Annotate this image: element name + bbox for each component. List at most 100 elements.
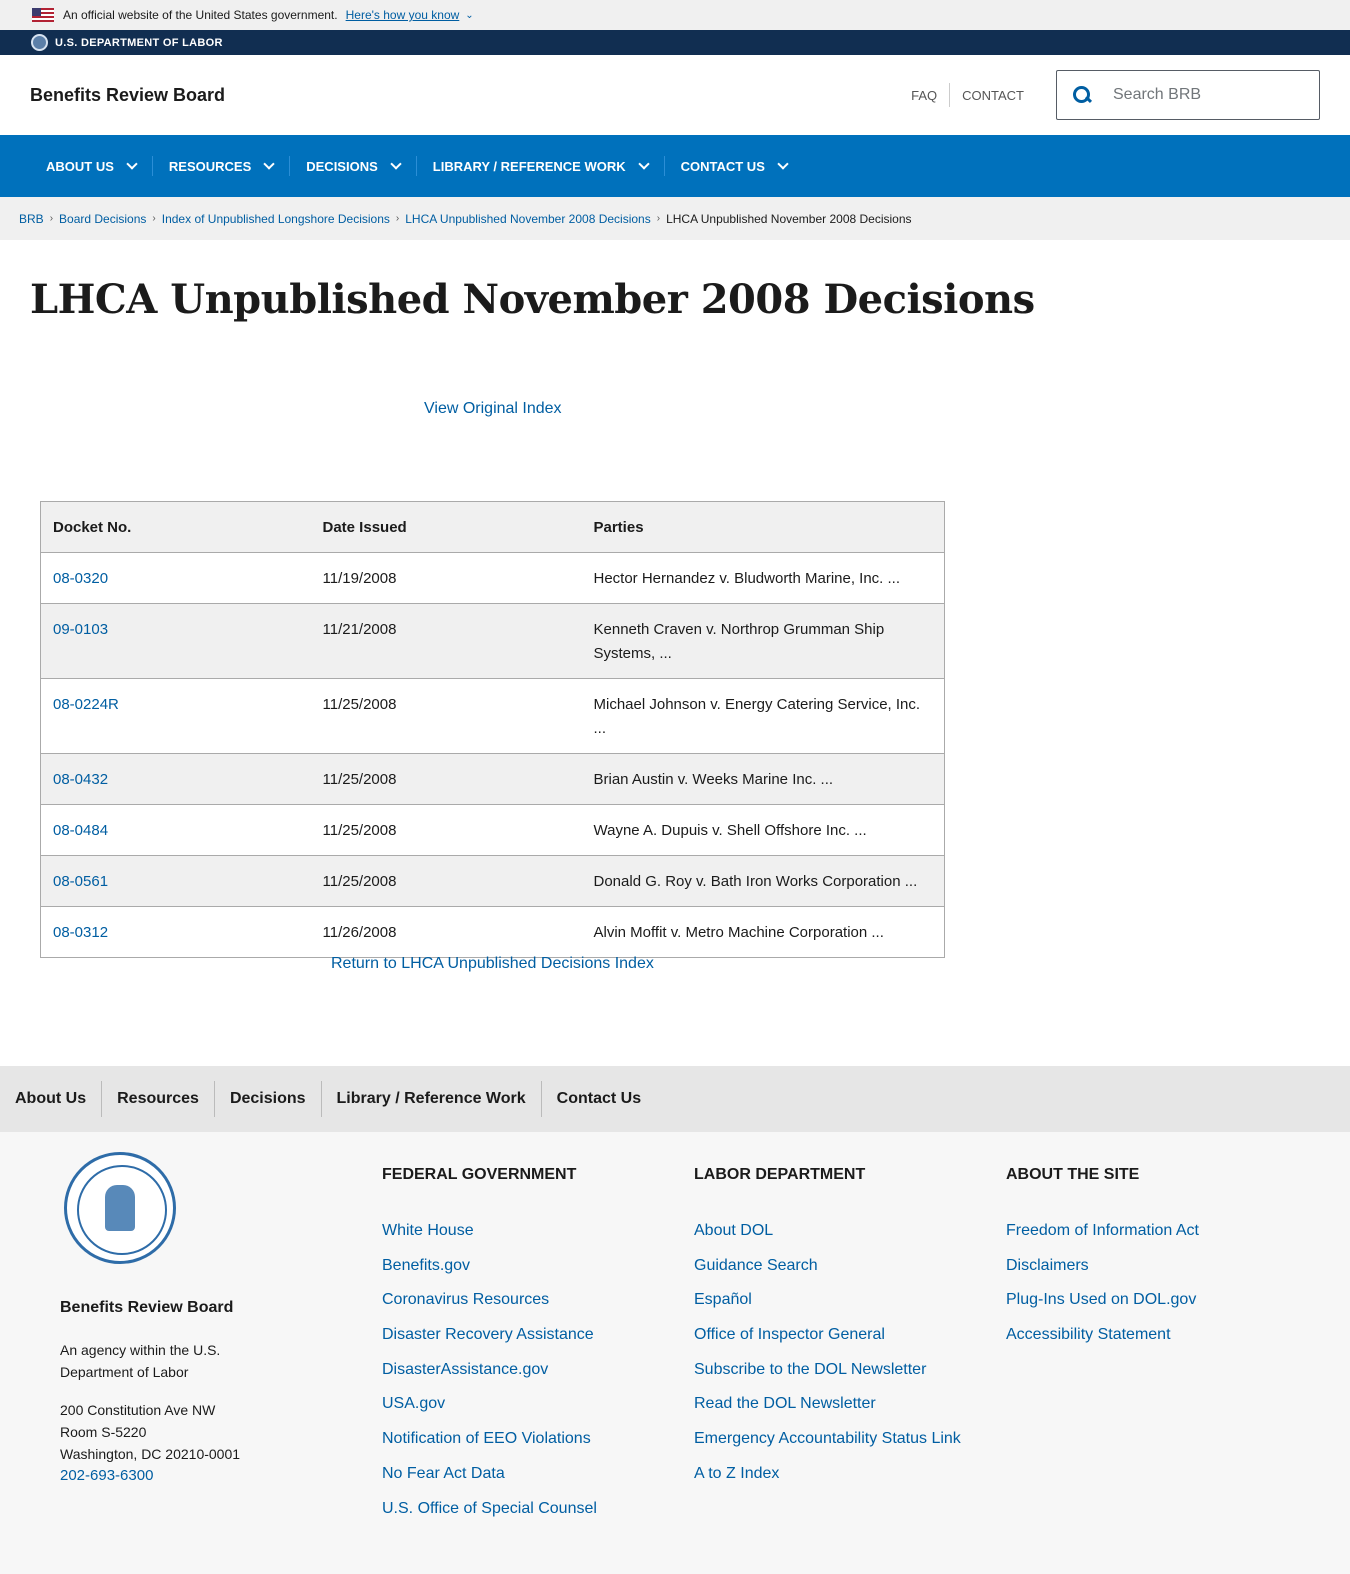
footer-nav-contact-us[interactable]: Contact Us bbox=[542, 1090, 656, 1108]
footer-nav-resources[interactable]: Resources bbox=[102, 1090, 214, 1108]
footer-link[interactable]: Emergency Accountability Status Link bbox=[694, 1430, 961, 1465]
footer-nav-decisions[interactable]: Decisions bbox=[215, 1090, 321, 1108]
table-row: 08-0561 11/25/2008 Donald G. Roy v. Bath… bbox=[40, 855, 945, 907]
footer-link[interactable]: DisasterAssistance.gov bbox=[382, 1361, 597, 1396]
search-icon[interactable] bbox=[1071, 84, 1093, 106]
docket-link[interactable]: 08-0224R bbox=[53, 696, 119, 713]
table-row: 08-0320 11/19/2008 Hector Hernandez v. B… bbox=[40, 552, 945, 604]
parties: Kenneth Craven v. Northrop Grumman Ship … bbox=[581, 603, 945, 679]
site-title[interactable]: Benefits Review Board bbox=[30, 85, 225, 106]
footer-column-federal: FEDERAL GOVERNMENT White House Benefits.… bbox=[382, 1166, 597, 1534]
official-site-text: An official website of the United States… bbox=[63, 8, 338, 22]
footer-link[interactable]: Subscribe to the DOL Newsletter bbox=[694, 1361, 961, 1396]
footer-link[interactable]: Español bbox=[694, 1291, 961, 1326]
nav-library[interactable]: LIBRARY / REFERENCE WORK bbox=[417, 135, 664, 197]
footer-link[interactable]: Disaster Recovery Assistance bbox=[382, 1326, 597, 1361]
page-title: LHCA Unpublished November 2008 Decisions bbox=[30, 276, 1035, 323]
table-row: 08-0312 11/26/2008 Alvin Moffit v. Metro… bbox=[40, 906, 945, 958]
column-header-date: Date Issued bbox=[310, 501, 582, 553]
footer-link[interactable]: U.S. Office of Special Counsel bbox=[382, 1500, 597, 1535]
footer-link[interactable]: No Fear Act Data bbox=[382, 1465, 597, 1500]
footer-phone-link[interactable]: 202-693-6300 bbox=[60, 1467, 153, 1484]
chevron-right-icon: › bbox=[395, 213, 400, 224]
us-flag-icon bbox=[32, 8, 54, 22]
chevron-down-icon bbox=[777, 157, 789, 170]
chevron-down-icon bbox=[263, 157, 275, 170]
footer-link[interactable]: USA.gov bbox=[382, 1395, 597, 1430]
footer-column-about-site: ABOUT THE SITE Freedom of Information Ac… bbox=[1006, 1166, 1199, 1361]
chevron-down-icon bbox=[390, 157, 402, 170]
footer-link[interactable]: White House bbox=[382, 1222, 597, 1257]
gov-banner: An official website of the United States… bbox=[0, 0, 1350, 30]
chevron-down-icon[interactable]: ⌄ bbox=[465, 10, 473, 21]
main-nav: ABOUT US RESOURCES DECISIONS LIBRARY / R… bbox=[0, 135, 1350, 197]
chevron-right-icon: › bbox=[656, 213, 661, 224]
footer-link[interactable]: Accessibility Statement bbox=[1006, 1326, 1199, 1361]
date-issued: 11/26/2008 bbox=[310, 906, 582, 958]
footer-nav-library[interactable]: Library / Reference Work bbox=[322, 1090, 541, 1108]
date-issued: 11/25/2008 bbox=[310, 678, 582, 754]
footer-column-labor: LABOR DEPARTMENT About DOL Guidance Sear… bbox=[694, 1166, 961, 1500]
docket-link[interactable]: 09-0103 bbox=[53, 621, 108, 638]
docket-link[interactable]: 08-0432 bbox=[53, 771, 108, 788]
decisions-table: Docket No. Date Issued Parties 08-0320 1… bbox=[40, 501, 945, 958]
footer-link[interactable]: About DOL bbox=[694, 1222, 961, 1257]
column-header-docket: Docket No. bbox=[40, 501, 311, 553]
agency-bar-label[interactable]: U.S. DEPARTMENT OF LABOR bbox=[55, 37, 223, 49]
footer-link[interactable]: Plug-Ins Used on DOL.gov bbox=[1006, 1291, 1199, 1326]
footer: Benefits Review Board An agency within t… bbox=[0, 1132, 1350, 1574]
footer-link[interactable]: Read the DOL Newsletter bbox=[694, 1395, 961, 1430]
breadcrumb-link[interactable]: BRB bbox=[19, 212, 44, 226]
docket-link[interactable]: 08-0561 bbox=[53, 873, 108, 890]
nav-decisions[interactable]: DECISIONS bbox=[290, 135, 416, 197]
docket-link[interactable]: 08-0320 bbox=[53, 570, 108, 587]
breadcrumb-link[interactable]: LHCA Unpublished November 2008 Decisions bbox=[405, 212, 650, 226]
footer-link[interactable]: Coronavirus Resources bbox=[382, 1291, 597, 1326]
date-issued: 11/19/2008 bbox=[310, 552, 582, 604]
breadcrumb-link[interactable]: Index of Unpublished Longshore Decisions bbox=[162, 212, 390, 226]
header-utilities: FAQ CONTACT bbox=[899, 70, 1320, 120]
table-row: 08-0224R 11/25/2008 Michael Johnson v. E… bbox=[40, 678, 945, 754]
footer-link[interactable]: Office of Inspector General bbox=[694, 1326, 961, 1361]
how-you-know-link[interactable]: Here's how you know bbox=[346, 8, 460, 22]
dol-seal-logo[interactable] bbox=[64, 1152, 176, 1264]
footer-link[interactable]: Guidance Search bbox=[694, 1257, 961, 1292]
footer-column-heading: FEDERAL GOVERNMENT bbox=[382, 1166, 577, 1183]
footer-nav: About Us Resources Decisions Library / R… bbox=[0, 1066, 1350, 1132]
view-original-index-link[interactable]: View Original Index bbox=[424, 400, 562, 418]
docket-link[interactable]: 08-0312 bbox=[53, 924, 108, 941]
breadcrumb-link[interactable]: Board Decisions bbox=[59, 212, 146, 226]
column-header-parties: Parties bbox=[581, 501, 945, 553]
nav-label: DECISIONS bbox=[306, 158, 378, 174]
parties: Alvin Moffit v. Metro Machine Corporatio… bbox=[581, 906, 945, 958]
nav-resources[interactable]: RESOURCES bbox=[153, 135, 289, 197]
table-row: 08-0432 11/25/2008 Brian Austin v. Weeks… bbox=[40, 753, 945, 805]
footer-column-heading: LABOR DEPARTMENT bbox=[694, 1166, 866, 1183]
table-row: 09-0103 11/21/2008 Kenneth Craven v. Nor… bbox=[40, 603, 945, 679]
return-to-index-link[interactable]: Return to LHCA Unpublished Decisions Ind… bbox=[331, 955, 654, 973]
footer-link[interactable]: Freedom of Information Act bbox=[1006, 1222, 1199, 1257]
address-line: Washington, DC 20210-0001 bbox=[60, 1446, 241, 1462]
docket-link[interactable]: 08-0484 bbox=[53, 822, 108, 839]
date-issued: 11/25/2008 bbox=[310, 855, 582, 907]
dol-seal-icon bbox=[31, 34, 48, 51]
nav-contact-us[interactable]: CONTACT US bbox=[665, 135, 803, 197]
footer-link[interactable]: A to Z Index bbox=[694, 1465, 961, 1500]
date-issued: 11/25/2008 bbox=[310, 753, 582, 805]
contact-link[interactable]: CONTACT bbox=[950, 88, 1036, 103]
parties: Brian Austin v. Weeks Marine Inc. ... bbox=[581, 753, 945, 805]
nav-label: CONTACT US bbox=[680, 158, 765, 174]
footer-link[interactable]: Benefits.gov bbox=[382, 1257, 597, 1292]
chevron-down-icon bbox=[126, 157, 138, 170]
faq-link[interactable]: FAQ bbox=[899, 88, 949, 103]
nav-about-us[interactable]: ABOUT US bbox=[30, 135, 152, 197]
footer-nav-about-us[interactable]: About Us bbox=[0, 1090, 101, 1108]
site-header: Benefits Review Board FAQ CONTACT bbox=[0, 55, 1350, 135]
footer-column-heading: ABOUT THE SITE bbox=[1006, 1166, 1140, 1183]
parties: Wayne A. Dupuis v. Shell Offshore Inc. .… bbox=[581, 804, 945, 856]
nav-label: RESOURCES bbox=[168, 158, 252, 174]
chevron-right-icon: › bbox=[152, 213, 156, 224]
footer-link[interactable]: Disclaimers bbox=[1006, 1257, 1199, 1292]
footer-link[interactable]: Notification of EEO Violations bbox=[382, 1430, 597, 1465]
search-input[interactable] bbox=[1113, 86, 1303, 104]
